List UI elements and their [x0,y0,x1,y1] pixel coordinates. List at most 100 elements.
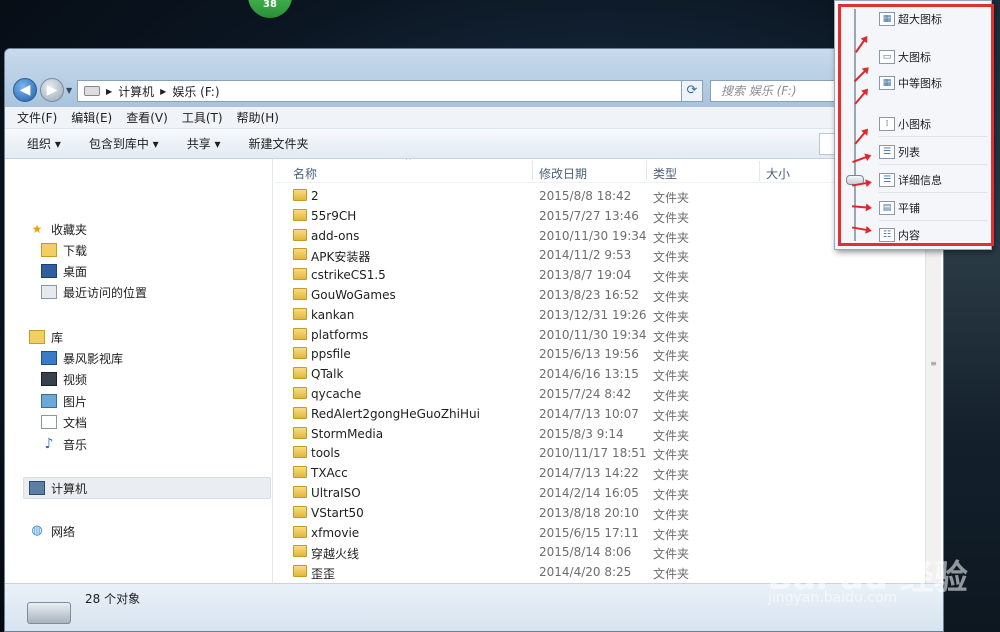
menu-view[interactable]: 查看(V) [126,109,168,126]
history-dropdown-icon[interactable]: ▼ [66,86,72,95]
file-date: 2015/7/27 13:46 [539,208,639,223]
table-row[interactable]: TXAcc 2014/7/13 14:22 文件夹 [275,463,935,483]
folder-icon [293,486,307,498]
folder-icon [293,367,307,380]
folder-icon [293,288,307,300]
table-row[interactable]: platforms 2010/11/30 19:34 文件夹 [275,325,935,345]
file-name: VStart50 [311,505,364,520]
file-type: 文件夹 [653,210,690,225]
menu-help[interactable]: 帮助(H) [237,109,279,126]
table-row[interactable]: ppsfile 2015/6/13 19:56 文件夹 [275,344,935,364]
sidebar-item-label: 图片 [63,394,88,409]
library-icon [29,330,45,344]
file-type: 文件夹 [653,448,690,463]
file-type: 文件夹 [653,191,690,205]
favorites-header[interactable]: ★ 收藏夹 [29,219,87,239]
table-row[interactable]: VStart50 2013/8/18 20:10 文件夹 [275,503,935,523]
file-name: platforms [311,327,369,342]
chevron-right-icon[interactable]: ▶ [160,87,166,96]
menu-edit[interactable]: 编辑(E) [71,109,112,126]
command-bar: 组织 ▾ 包含到库中 ▾ 共享 ▾ 新建文件夹 [5,129,943,159]
sort-ascending-icon: ^ [405,159,412,165]
folder-icon [293,347,307,360]
file-name: APK安装器 [311,250,371,265]
new-folder-button[interactable]: 新建文件夹 [249,135,309,152]
menu-file[interactable]: 文件(F) [17,109,57,126]
file-date: 2014/11/2 9:53 [539,248,632,263]
media-library-icon [41,351,57,365]
table-row[interactable]: tools 2010/11/17 18:51 文件夹 [275,443,935,463]
file-type: 文件夹 [653,428,690,443]
share-button[interactable]: 共享 ▾ [187,135,221,152]
column-divider[interactable] [646,161,647,181]
include-in-library-button[interactable]: 包含到库中 ▾ [89,135,159,152]
title-bar: ◀ ▶ ▼ ▶ 计算机 ▶ 娱乐 (F:) ▼ ⟳ 搜索 娱乐 (F:) [5,49,943,107]
file-name: UltraISO [311,486,361,500]
chevron-right-icon[interactable]: ▶ [106,87,112,96]
file-type: 文件夹 [653,309,690,324]
sidebar-item-documents[interactable]: 文档 [41,412,87,432]
address-bar[interactable]: ▶ 计算机 ▶ 娱乐 (F:) ▼ [77,80,703,102]
file-type: 文件夹 [653,488,690,502]
column-date[interactable]: 修改日期 [539,165,587,182]
file-type: 文件夹 [653,329,690,344]
search-input[interactable]: 搜索 娱乐 (F:) [710,80,850,102]
music-note-icon: ♪ [44,436,54,452]
sidebar-item-recent[interactable]: 最近访问的位置 [41,282,147,302]
table-row[interactable]: GouWoGames 2013/8/23 16:52 文件夹 [275,285,935,305]
menu-tools[interactable]: 工具(T) [182,109,223,126]
table-row[interactable]: UltraISO 2014/2/14 16:05 文件夹 [275,483,935,503]
sidebar-item-label: 网络 [51,524,76,539]
file-date: 2015/7/24 8:42 [539,387,632,401]
table-row[interactable]: StormMedia 2015/8/3 9:14 文件夹 [275,424,935,444]
scroll-grip-icon[interactable]: ≡ [928,359,939,369]
forward-button[interactable]: ▶ [40,78,64,102]
table-row[interactable]: RedAlert2gongHeGuoZhiHui 2014/7/13 10:07 文… [275,404,935,424]
sidebar-item-label: 最近访问的位置 [63,285,148,300]
sidebar-item-desktop[interactable]: 桌面 [41,261,87,281]
folder-icon [293,466,307,479]
libraries-label: 库 [51,330,64,345]
sidebar-item-label: 桌面 [63,264,88,279]
sidebar-item-baofeng[interactable]: 暴风影视库 [41,348,123,368]
menu-bar: 文件(F) 编辑(E) 查看(V) 工具(T) 帮助(H) [5,107,943,129]
sidebar-item-music[interactable]: ♪ 音乐 [41,434,87,454]
breadcrumb-drive[interactable]: 娱乐 (F:) [172,83,219,100]
file-date: 2015/6/15 17:11 [539,525,639,540]
refresh-button[interactable]: ⟳ [681,80,703,102]
file-type: 文件夹 [653,230,690,245]
sidebar-item-label: 视频 [63,372,88,387]
file-type: 文件夹 [653,369,690,384]
column-divider[interactable] [532,161,533,181]
picture-icon [41,394,57,408]
back-button[interactable]: ◀ [13,78,37,102]
sidebar-item-videos[interactable]: 视频 [41,369,87,389]
file-date: 2014/7/13 14:22 [539,466,639,481]
breadcrumb-computer[interactable]: 计算机 [118,83,154,100]
file-type: 文件夹 [653,250,690,265]
table-row[interactable]: cstrikeCS1.5 2013/8/7 19:04 文件夹 [275,265,935,285]
libraries-header[interactable]: 库 [29,327,63,347]
sidebar-item-network[interactable]: ◍ 网络 [29,521,75,541]
column-name[interactable]: 名称 [293,165,317,182]
folder-icon [293,565,307,578]
notification-badge: 38 [248,0,292,18]
sidebar-item-pictures[interactable]: 图片 [41,391,87,411]
folder-icon [293,426,307,439]
file-date: 2015/8/3 9:14 [539,426,624,441]
folder-icon [293,327,307,340]
sidebar-item-label: 音乐 [63,437,88,452]
table-row[interactable]: QTalk 2014/6/16 13:15 文件夹 [275,364,935,384]
sidebar-item-label: 暴风影视库 [63,351,124,366]
column-size[interactable]: 大小 [766,165,790,182]
table-row[interactable]: xfmovie 2015/6/15 17:11 文件夹 [275,523,935,543]
sidebar-item-computer[interactable]: 计算机 [29,478,87,498]
folder-icon [293,525,307,538]
column-type[interactable]: 类型 [653,165,677,182]
file-date: 2013/8/18 20:10 [539,505,639,520]
table-row[interactable]: kankan 2013/12/31 19:26 文件夹 [275,305,935,325]
table-row[interactable]: qycache 2015/7/24 8:42 文件夹 [275,384,935,404]
organize-button[interactable]: 组织 ▾ [27,135,61,152]
sidebar-item-downloads[interactable]: 下载 [41,240,87,260]
column-divider[interactable] [759,161,760,181]
